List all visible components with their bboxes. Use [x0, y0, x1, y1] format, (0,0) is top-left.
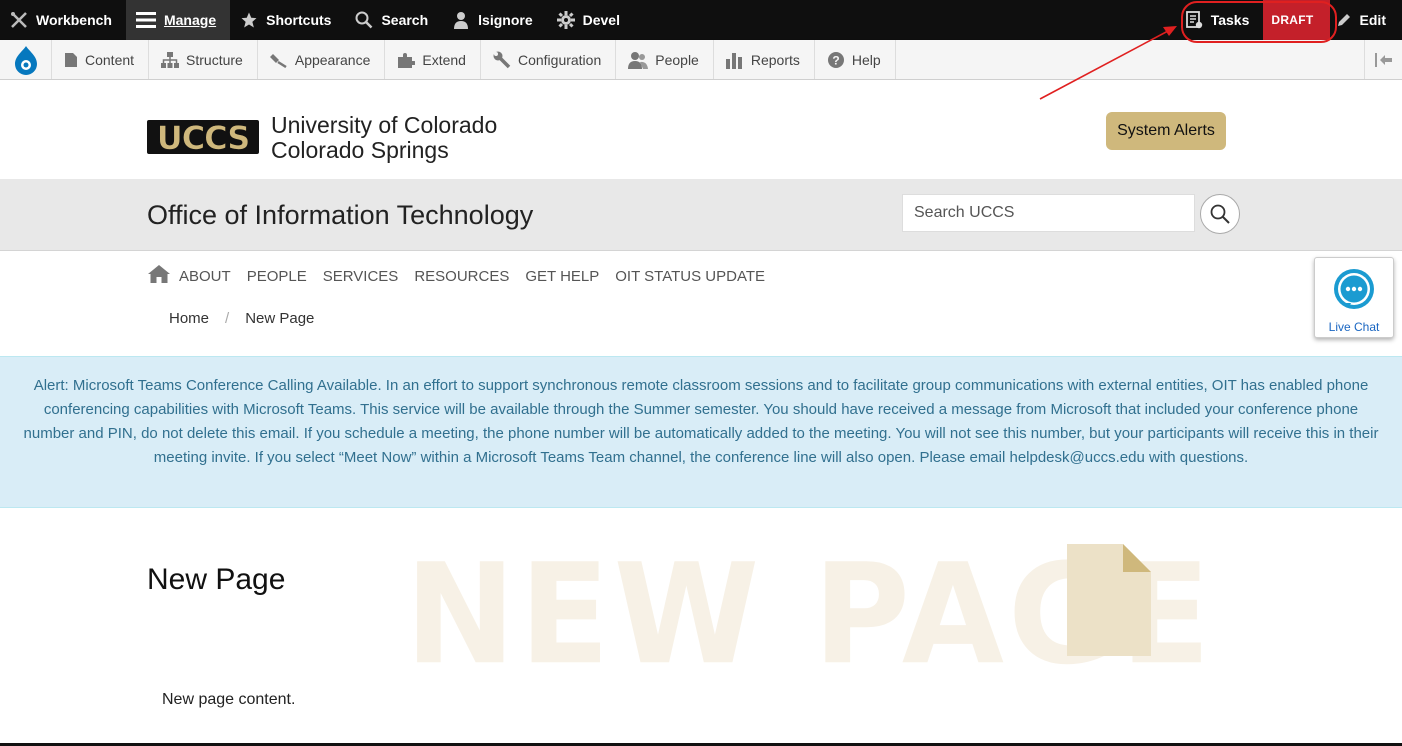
live-chat-label: Live Chat: [1328, 320, 1380, 334]
alert-text: Alert: Microsoft Teams Conference Callin…: [23, 377, 1379, 466]
breadcrumb-separator: /: [225, 310, 230, 327]
nav-people[interactable]: PEOPLE: [247, 268, 307, 285]
breadcrumb: Home / New Page: [169, 310, 314, 327]
chat-bubble-icon: [1331, 267, 1377, 318]
document-icon: [1067, 544, 1151, 661]
breadcrumb-current: New Page: [245, 310, 315, 327]
search-submit-button[interactable]: [1200, 194, 1240, 234]
nav-services[interactable]: SERVICES: [323, 268, 399, 285]
nav-about[interactable]: ABOUT: [179, 268, 231, 285]
page-title: New Page: [147, 563, 286, 596]
university-line1: University of Colorado: [271, 112, 498, 138]
home-icon[interactable]: [147, 264, 171, 289]
live-chat-widget[interactable]: Live Chat: [1314, 257, 1394, 338]
search-input[interactable]: [902, 194, 1195, 232]
university-line2: Colorado Springs: [271, 137, 449, 163]
nav-get-help[interactable]: GET HELP: [525, 268, 599, 285]
nav-oit-status-update[interactable]: OIT STATUS UPDATE: [615, 268, 765, 285]
department-title[interactable]: Office of Information Technology: [147, 200, 533, 231]
uccs-logo[interactable]: UCCS: [147, 119, 259, 159]
system-alerts-button[interactable]: System Alerts: [1106, 112, 1226, 150]
logo-lettering: UCCS: [157, 120, 250, 154]
alert-banner: Alert: Microsoft Teams Conference Callin…: [0, 356, 1402, 508]
search-icon: [1210, 204, 1230, 224]
breadcrumb-home[interactable]: Home: [169, 310, 209, 327]
page-content: New page content.: [162, 691, 296, 708]
nav-resources[interactable]: RESOURCES: [414, 268, 509, 285]
main-nav: ABOUT PEOPLE SERVICES RESOURCES GET HELP…: [147, 264, 781, 289]
university-name[interactable]: University of Colorado Colorado Springs: [271, 113, 497, 163]
department-band: Office of Information Technology: [0, 179, 1402, 251]
annotation-arrow-icon: [1039, 26, 1177, 100]
